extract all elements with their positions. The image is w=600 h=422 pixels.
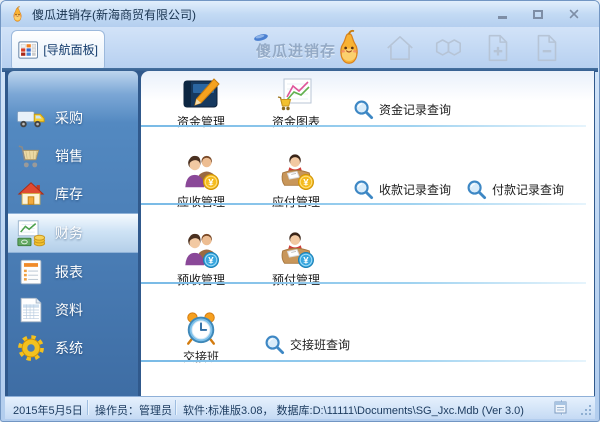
brand-text: 傻瓜进销存 [256, 43, 337, 60]
status-operator: 操作员：管理员 [95, 405, 172, 417]
doc-plus-icon[interactable] [482, 32, 514, 64]
magnifier-icon [353, 179, 374, 200]
finance-icon [17, 220, 46, 247]
home-icon[interactable] [384, 32, 416, 64]
module-label: 交接班 [182, 350, 219, 364]
receipt-record-query[interactable]: 收款记录查询 [353, 179, 451, 200]
query-label: 付款记录查询 [492, 183, 565, 197]
row-separator [141, 282, 586, 284]
sidebar: 采购 销售 库存 财务 报表 资料 系统 [8, 71, 138, 396]
sidebar-item-system[interactable]: 系统 [8, 329, 138, 367]
funds-record-query[interactable]: 资金记录查询 [353, 99, 451, 120]
module-label: 预收管理 [176, 273, 225, 287]
minimize-icon [497, 15, 507, 19]
module-label: 资金图表 [271, 115, 320, 129]
sidebar-item-label: 报表 [55, 264, 83, 280]
house-icon [17, 182, 45, 205]
module-funds-chart[interactable]: 资金图表 [258, 77, 334, 130]
sidebar-item-label: 系统 [55, 340, 83, 356]
magnifier-icon [466, 179, 487, 200]
status-separator [175, 400, 176, 415]
main-content: 资金管理 资金图表 资金记录查询 应收管理 应付管理 收款记录查询 付款记录查询… [141, 71, 594, 396]
module-shift[interactable]: 交接班 [163, 310, 239, 365]
module-receivable[interactable]: 应收管理 [163, 153, 239, 210]
module-advance-payment[interactable]: 预付管理 [258, 231, 334, 288]
sidebar-item-label: 销售 [55, 148, 83, 164]
brand: 傻瓜进销存 [254, 28, 368, 68]
books-icon[interactable] [433, 32, 465, 64]
maximize-button[interactable] [525, 6, 551, 22]
advance-receipt-icon [182, 231, 219, 268]
sidebar-item-label: 财务 [55, 225, 83, 241]
close-button[interactable] [561, 6, 587, 22]
module-label: 预付管理 [271, 273, 320, 287]
sidebar-item-finance[interactable]: 财务 [8, 213, 138, 253]
maximize-icon [533, 9, 543, 19]
window-title: 傻瓜进销存(新海商贸有限公司) [32, 7, 196, 22]
sidebar-item-reports[interactable]: 报表 [8, 253, 138, 291]
data-sheet-icon [20, 297, 42, 323]
status-software: 软件:标准版3.08， 数据库:D:\11111\Documents\SG_Jx… [183, 405, 524, 417]
gear-icon [18, 335, 44, 361]
sidebar-item-inventory[interactable]: 库存 [8, 175, 138, 213]
query-label: 交接班查询 [290, 338, 351, 352]
nav-panel-label: [导航面板] [43, 43, 98, 57]
module-advance-receipt[interactable]: 预收管理 [163, 231, 239, 288]
brand-swoosh-icon [254, 34, 268, 41]
magnifier-icon [264, 334, 285, 355]
module-label: 应收管理 [176, 195, 225, 209]
sidebar-item-label: 库存 [55, 186, 83, 202]
window-controls [489, 6, 591, 22]
payment-record-query[interactable]: 付款记录查询 [466, 179, 564, 200]
module-payable[interactable]: 应付管理 [258, 153, 334, 210]
title-bar: 傻瓜进销存(新海商贸有限公司) [1, 1, 599, 27]
shift-query[interactable]: 交接班查询 [264, 334, 350, 355]
nav-grid-icon [18, 40, 39, 59]
sidebar-item-purchase[interactable]: 采购 [8, 99, 138, 137]
resize-grip[interactable] [589, 413, 591, 415]
payable-icon [277, 153, 314, 190]
close-icon [569, 9, 579, 19]
funds-chart-icon [277, 78, 312, 111]
app-window: 傻瓜进销存(新海商贸有限公司) [导航面板] 傻瓜进销存 采购 销售 库存 财务… [0, 0, 600, 422]
receivable-icon [182, 153, 219, 190]
status-panel-icon[interactable] [554, 401, 567, 414]
content-row-advance: 预收管理 预付管理 [141, 231, 594, 289]
magnifier-icon [353, 99, 374, 120]
status-separator [87, 400, 88, 415]
status-date: 2015年5月5日 [13, 405, 83, 417]
minimize-button[interactable] [489, 6, 515, 22]
truck-icon [16, 110, 45, 128]
row-separator [141, 125, 586, 127]
nav-panel-button[interactable]: [导航面板] [11, 30, 105, 68]
advance-payment-icon [277, 231, 314, 268]
sidebar-item-data[interactable]: 资料 [8, 291, 138, 329]
funds-management-icon [183, 78, 220, 108]
query-label: 资金记录查询 [379, 103, 452, 117]
report-icon [20, 259, 42, 285]
row-separator [141, 360, 586, 362]
sidebar-item-sales[interactable]: 销售 [8, 137, 138, 175]
status-bar: 2015年5月5日 操作员：管理员 软件:标准版3.08， 数据库:D:\111… [5, 396, 595, 419]
row-separator [141, 203, 586, 205]
module-label: 应付管理 [271, 195, 320, 209]
toolbar-icons [384, 32, 563, 64]
query-label: 收款记录查询 [379, 183, 452, 197]
toolbar: [导航面板] 傻瓜进销存 [2, 27, 598, 68]
sidebar-item-label: 采购 [55, 110, 83, 126]
sidebar-item-label: 资料 [55, 302, 83, 318]
module-funds-management[interactable]: 资金管理 [163, 77, 239, 130]
alarm-clock-icon [187, 312, 215, 345]
app-icon [9, 6, 26, 23]
cart-icon [18, 145, 40, 168]
module-label: 资金管理 [176, 115, 225, 129]
doc-minus-icon[interactable] [531, 32, 563, 64]
